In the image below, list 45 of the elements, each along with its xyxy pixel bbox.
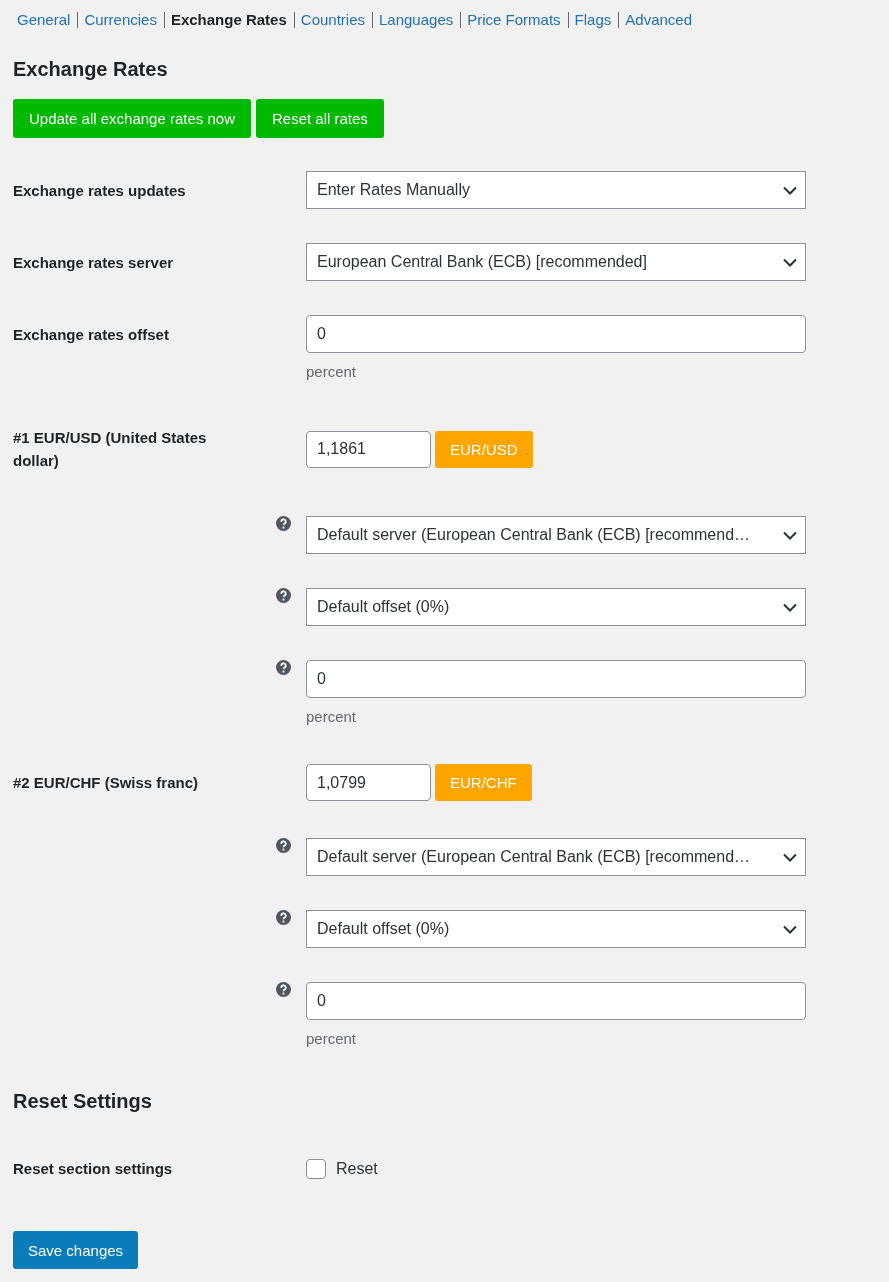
input-field[interactable]: 0	[306, 982, 806, 1020]
rate-input[interactable]: 1,1861	[306, 430, 431, 468]
setting-label: Exchange rates server	[13, 252, 174, 273]
chevron-down-icon	[783, 852, 797, 862]
select-field[interactable]: Default offset (0%)	[306, 588, 806, 626]
help-icon[interactable]	[276, 516, 291, 531]
section-title: Exchange Rates	[13, 57, 168, 82]
nav-tab[interactable]: Flags	[574, 10, 612, 30]
save-button[interactable]: Save changes	[13, 1231, 139, 1269]
select-field[interactable]: Default server (European Central Bank (ECB) [recommend…	[306, 516, 806, 554]
chevron-down-icon	[783, 602, 797, 612]
currency-label: #1 EUR/USD (United States dollar)	[13, 428, 208, 471]
nav-tab[interactable]: Currencies	[84, 10, 157, 30]
section-title: Reset Settings	[13, 1089, 152, 1114]
nav-tab[interactable]: Languages	[379, 10, 454, 30]
select-field[interactable]: Default offset (0%)	[306, 910, 806, 948]
nav-tab[interactable]: Exchange Rates	[170, 10, 287, 30]
nav-tab[interactable]: Countries	[300, 10, 365, 30]
setting-label: Reset section settings	[13, 1159, 173, 1179]
select-field[interactable]: Default server (European Central Bank (ECB) [recommend…	[306, 838, 806, 876]
field-description: percent	[306, 707, 357, 727]
input-field[interactable]: 0	[306, 315, 806, 353]
setting-label: Exchange rates offset	[13, 324, 169, 345]
select-field[interactable]: European Central Bank (ECB) [recommended]	[306, 243, 806, 281]
rate-input[interactable]: 1,0799	[306, 764, 431, 801]
select-field[interactable]: Enter Rates Manually	[306, 171, 806, 209]
checkbox[interactable]	[306, 1158, 326, 1179]
nav-tab[interactable]: Advanced	[625, 10, 692, 30]
help-icon[interactable]	[276, 588, 291, 603]
currency-label: #2 EUR/CHF (Swiss franc)	[13, 773, 199, 793]
checkbox-label[interactable]: Reset	[336, 1159, 378, 1178]
input-field[interactable]: 0	[306, 660, 806, 698]
nav-tab[interactable]: General	[17, 10, 71, 30]
chevron-down-icon	[783, 257, 797, 267]
help-icon[interactable]	[276, 838, 291, 853]
help-icon[interactable]	[276, 982, 291, 997]
chevron-down-icon	[783, 530, 797, 540]
nav-tab[interactable]: Price Formats	[467, 10, 561, 30]
chevron-down-icon	[783, 185, 797, 195]
field-description: percent	[306, 362, 357, 382]
help-icon[interactable]	[276, 660, 291, 675]
chevron-down-icon	[783, 924, 797, 934]
field-description: percent	[306, 1029, 357, 1049]
setting-label: Exchange rates updates	[13, 180, 186, 201]
help-icon[interactable]	[276, 910, 291, 925]
